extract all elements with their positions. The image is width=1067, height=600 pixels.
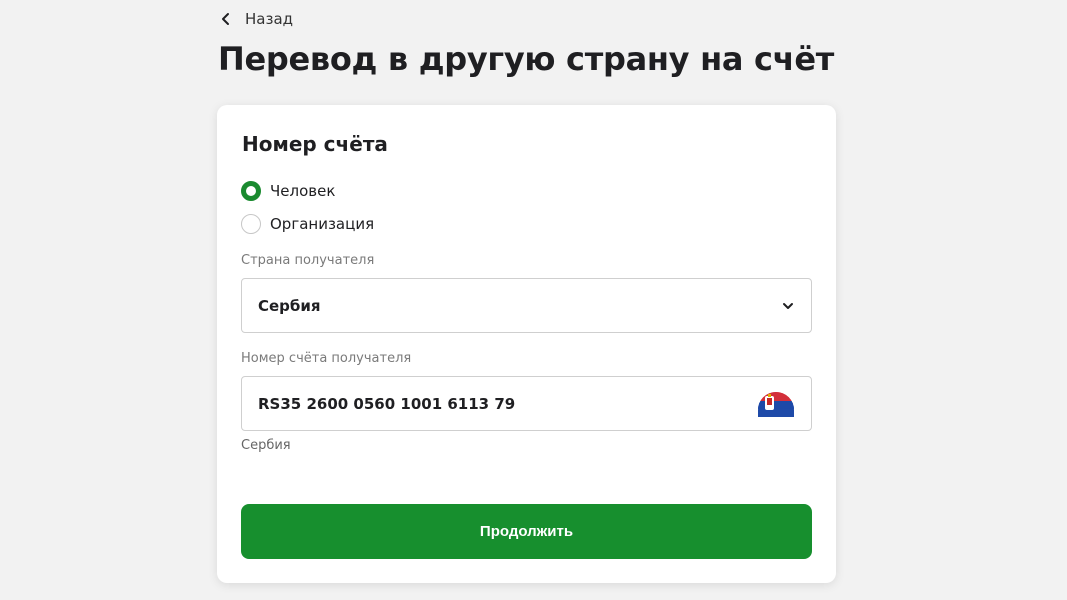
radio-person-label: Человек — [270, 182, 336, 200]
country-select-value: Сербия — [258, 296, 321, 315]
country-label: Страна получателя — [241, 253, 375, 268]
radio-organization-label: Организация — [270, 215, 375, 233]
chevron-left-icon — [222, 13, 229, 25]
account-label: Номер счёта получателя — [241, 351, 412, 366]
transfer-page: Назад Перевод в другую страну на счёт Но… — [0, 0, 1067, 600]
account-input[interactable]: RS35 2600 0560 1001 6113 79 — [241, 376, 812, 431]
radio-checked-icon — [241, 181, 261, 201]
radio-organization[interactable]: Организация — [241, 214, 374, 234]
back-link[interactable]: Назад — [219, 10, 293, 28]
radio-person[interactable]: Человек — [241, 181, 335, 201]
section-title: Номер счёта — [242, 132, 388, 156]
page-title: Перевод в другую страну на счёт — [218, 40, 834, 78]
radio-unchecked-icon — [241, 214, 261, 234]
back-label: Назад — [245, 10, 294, 28]
account-input-value: RS35 2600 0560 1001 6113 79 — [258, 394, 516, 413]
country-select[interactable]: Сербия — [241, 278, 812, 333]
form-card: Номер счёта Человек Организация Страна п… — [217, 105, 836, 583]
serbia-flag-icon — [758, 391, 794, 417]
account-country-hint: Сербия — [241, 438, 291, 453]
continue-button[interactable]: Продолжить — [241, 504, 812, 559]
chevron-down-icon — [783, 302, 793, 309]
